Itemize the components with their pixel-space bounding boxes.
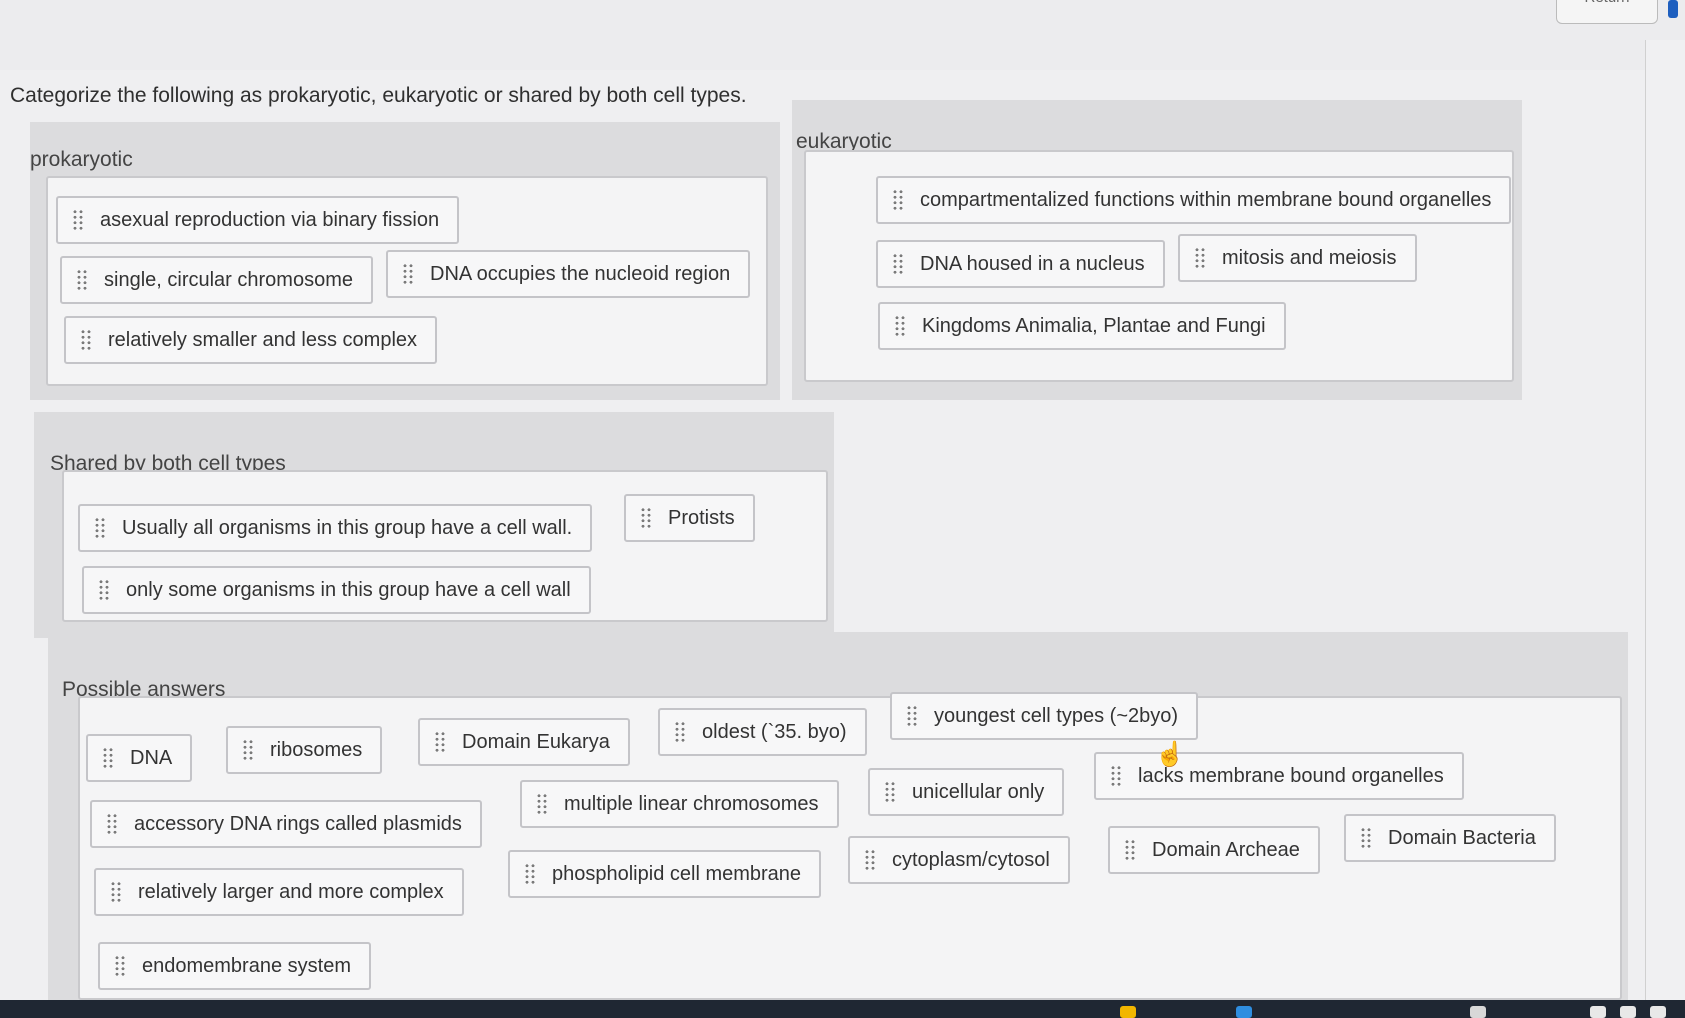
chip-label: Usually all organisms in this group have… — [122, 516, 573, 539]
answer-chip[interactable]: Kingdoms Animalia, Plantae and Fungi — [878, 302, 1286, 350]
chip-label: Domain Eukarya — [462, 730, 610, 753]
chip-label: relatively larger and more complex — [138, 880, 444, 903]
drag-handle-icon[interactable] — [106, 813, 118, 835]
chip-label: relatively smaller and less complex — [108, 328, 418, 351]
answer-chip[interactable]: Usually all organisms in this group have… — [78, 504, 593, 552]
chip-label: DNA occupies the nucleoid region — [430, 262, 731, 285]
chip-label: compartmentalized functions within membr… — [920, 188, 1492, 211]
wifi-icon[interactable] — [1590, 1006, 1606, 1018]
drag-handle-icon[interactable] — [102, 747, 114, 769]
answer-chip[interactable]: mitosis and meiosis — [1178, 234, 1417, 282]
answer-chip[interactable]: phospholipid cell membrane — [508, 850, 822, 898]
os-taskbar — [0, 1000, 1685, 1018]
chip-label: mitosis and meiosis — [1222, 246, 1397, 269]
drag-handle-icon[interactable] — [98, 579, 110, 601]
answer-chip[interactable]: only some organisms in this group have a… — [82, 566, 591, 614]
taskbar-tray-icon[interactable] — [1470, 1006, 1486, 1018]
chip-label: single, circular chromosome — [104, 268, 353, 291]
answer-chip[interactable]: cytoplasm/cytosol — [848, 836, 1070, 884]
drag-handle-icon[interactable] — [1360, 827, 1372, 849]
answer-chip[interactable]: relatively larger and more complex — [94, 868, 464, 916]
answer-chip[interactable]: lacks membrane bound organelles — [1094, 752, 1464, 800]
answer-chip[interactable]: single, circular chromosome — [60, 256, 373, 304]
drag-handle-icon[interactable] — [110, 881, 122, 903]
chip-label: Kingdoms Animalia, Plantae and Fungi — [922, 314, 1266, 337]
question-prompt: Categorize the following as prokaryotic,… — [10, 84, 747, 107]
zone-title-prokaryotic: prokaryotic — [30, 148, 133, 171]
drag-handle-icon[interactable] — [76, 269, 88, 291]
battery-icon[interactable] — [1650, 1006, 1666, 1018]
chip-label: DNA — [130, 746, 173, 769]
chip-label: multiple linear chromosomes — [564, 792, 819, 815]
drag-handle-icon[interactable] — [242, 739, 254, 761]
chip-label: ribosomes — [270, 738, 363, 761]
answer-chip[interactable]: compartmentalized functions within membr… — [876, 176, 1512, 224]
drag-handle-icon[interactable] — [536, 793, 548, 815]
return-button[interactable]: Return — [1556, 0, 1658, 24]
answer-chip[interactable]: multiple linear chromosomes — [520, 780, 839, 828]
chip-label: endomembrane system — [142, 954, 351, 977]
answer-chip[interactable]: DNA occupies the nucleoid region — [386, 250, 751, 298]
drag-handle-icon[interactable] — [114, 955, 126, 977]
drag-handle-icon[interactable] — [402, 263, 414, 285]
drag-handle-icon[interactable] — [1110, 765, 1122, 787]
answer-chip[interactable]: ribosomes — [226, 726, 383, 774]
chip-label: cytoplasm/cytosol — [892, 848, 1050, 871]
drag-handle-icon[interactable] — [892, 253, 904, 275]
answer-chip[interactable]: accessory DNA rings called plasmids — [90, 800, 482, 848]
answer-chip[interactable]: endomembrane system — [98, 942, 371, 990]
answer-chip[interactable]: Domain Archeae — [1108, 826, 1320, 874]
answer-chip[interactable]: DNA housed in a nucleus — [876, 240, 1165, 288]
answer-chip[interactable]: Domain Bacteria — [1344, 814, 1556, 862]
drag-handle-icon[interactable] — [892, 189, 904, 211]
answer-chip[interactable]: Domain Eukarya — [418, 718, 630, 766]
chip-label: asexual reproduction via binary fission — [100, 208, 440, 231]
answer-chip[interactable]: DNA — [86, 734, 193, 782]
drag-handle-icon[interactable] — [674, 721, 686, 743]
chip-label: Protists — [668, 506, 735, 529]
drag-handle-icon[interactable] — [640, 507, 652, 529]
drag-handle-icon[interactable] — [884, 781, 896, 803]
drag-handle-icon[interactable] — [524, 863, 536, 885]
answer-chip[interactable]: asexual reproduction via binary fission — [56, 196, 460, 244]
drag-handle-icon[interactable] — [94, 517, 106, 539]
chip-label: Domain Archeae — [1152, 838, 1300, 861]
scroll-indicator — [1668, 0, 1678, 18]
answer-chip[interactable]: youngest cell types (~2byo) — [890, 692, 1199, 740]
drag-handle-icon[interactable] — [894, 315, 906, 337]
chip-label: DNA housed in a nucleus — [920, 252, 1145, 275]
drag-handle-icon[interactable] — [1194, 247, 1206, 269]
right-side-panel — [1645, 40, 1685, 1000]
answer-chip[interactable]: Protists — [624, 494, 755, 542]
chip-label: unicellular only — [912, 780, 1045, 803]
drag-handle-icon[interactable] — [1124, 839, 1136, 861]
answer-chip[interactable]: unicellular only — [868, 768, 1065, 816]
drag-handle-icon[interactable] — [80, 329, 92, 351]
chip-label: only some organisms in this group have a… — [126, 578, 571, 601]
hand-pointer-icon: ☝ — [1155, 741, 1185, 768]
chip-label: accessory DNA rings called plasmids — [134, 812, 462, 835]
drag-handle-icon[interactable] — [434, 731, 446, 753]
taskbar-app-icon[interactable] — [1236, 1006, 1252, 1018]
drag-handle-icon[interactable] — [72, 209, 84, 231]
answer-chip[interactable]: oldest (`35. byo) — [658, 708, 867, 756]
chip-label: Domain Bacteria — [1388, 826, 1536, 849]
chip-label: oldest (`35. byo) — [702, 720, 847, 743]
drag-handle-icon[interactable] — [906, 705, 918, 727]
answer-chip[interactable]: relatively smaller and less complex — [64, 316, 438, 364]
drag-handle-icon[interactable] — [864, 849, 876, 871]
chip-label: youngest cell types (~2byo) — [934, 704, 1179, 727]
chip-label: phospholipid cell membrane — [552, 862, 802, 885]
top-bar — [0, 0, 1685, 70]
volume-icon[interactable] — [1620, 1006, 1636, 1018]
taskbar-app-icon[interactable] — [1120, 1006, 1136, 1018]
